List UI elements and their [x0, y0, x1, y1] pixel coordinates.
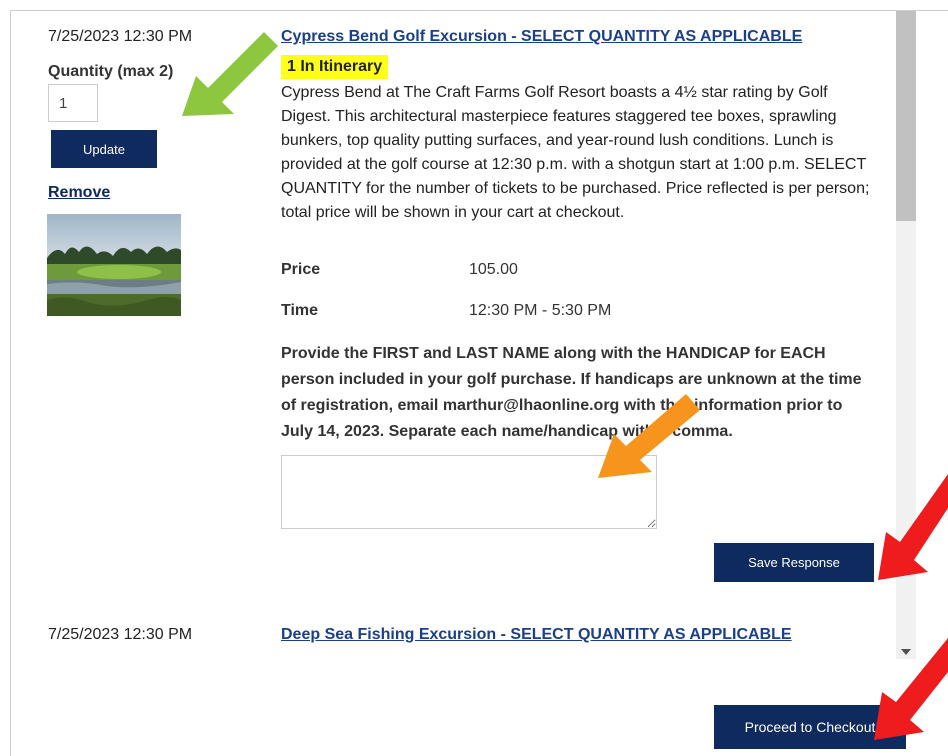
time-value: 12:30 PM - 5:30 PM — [469, 302, 612, 319]
item-title-link[interactable]: Deep Sea Fishing Excursion - SELECT QUAN… — [281, 626, 792, 644]
item-datetime: 7/25/2023 12:30 PM — [48, 626, 193, 643]
quantity-input[interactable] — [48, 84, 98, 122]
golf-course-image — [47, 214, 181, 316]
itinerary-badge: 1 In Itinerary — [281, 55, 389, 79]
update-button[interactable]: Update — [51, 130, 157, 168]
time-label: Time — [281, 302, 319, 319]
golf-question-prompt: Provide the FIRST and LAST NAME along wi… — [281, 345, 862, 440]
item-title-link[interactable]: Cypress Bend Golf Excursion - SELECT QUA… — [281, 28, 802, 46]
item-description: Cypress Bend at The Craft Farms Golf Res… — [281, 84, 870, 221]
green-arrow-icon — [182, 32, 278, 116]
price-label: Price — [281, 261, 321, 278]
red-arrow-icon — [874, 638, 948, 740]
remove-link[interactable]: Remove — [48, 184, 110, 202]
orange-arrow-icon — [598, 394, 700, 478]
itinerary-list[interactable]: 7/25/2023 12:30 PM Quantity (max 2) Upda… — [11, 11, 891, 649]
scroll-thumb[interactable] — [896, 11, 916, 221]
quantity-label: Quantity (max 2) — [48, 63, 174, 80]
save-response-button[interactable]: Save Response — [714, 543, 874, 582]
item-datetime: 7/25/2023 12:30 PM — [48, 28, 193, 45]
price-value: 105.00 — [469, 261, 518, 278]
red-arrow-icon — [878, 474, 948, 580]
